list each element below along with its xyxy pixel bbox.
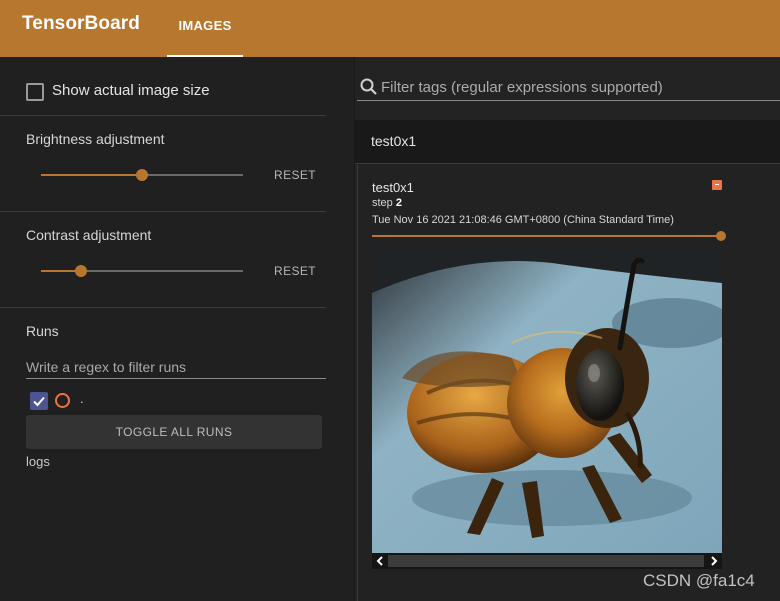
tag-group-header[interactable]: test0x1 [355, 120, 780, 164]
image-card: test0x1 step 2 Tue Nov 16 2021 21:08:46 … [357, 165, 780, 601]
watermark: CSDN @fa1c4 [643, 571, 755, 590]
top-bar: TensorBoard IMAGES [0, 0, 780, 57]
main-panel: test0x1 test0x1 step 2 Tue Nov 16 2021 2… [355, 57, 780, 601]
image-horizontal-scrollbar[interactable] [372, 553, 722, 569]
brightness-title: Brightness adjustment [26, 131, 165, 147]
search-icon [360, 78, 377, 95]
tag-group-title: test0x1 [371, 133, 417, 149]
card-step: step 2 [372, 197, 402, 209]
tag-filter [357, 75, 780, 101]
runs-title: Runs [26, 323, 59, 339]
card-step-label: step [372, 197, 393, 209]
contrast-title: Contrast adjustment [26, 227, 152, 243]
scrollbar-thumb[interactable] [388, 555, 704, 567]
bee-image [372, 243, 722, 553]
toggle-all-runs-button[interactable]: TOGGLE ALL RUNS [26, 415, 322, 449]
brightness-slider-fill [41, 174, 142, 176]
brightness-reset-button[interactable]: RESET [274, 168, 316, 182]
step-slider-thumb[interactable] [716, 231, 726, 241]
run-color-swatch [712, 180, 722, 190]
divider [0, 115, 326, 116]
divider [0, 211, 326, 212]
contrast-slider-thumb[interactable] [75, 265, 88, 277]
tab-images[interactable]: IMAGES [167, 0, 243, 57]
scroll-left-icon[interactable] [374, 555, 386, 567]
divider [0, 307, 326, 308]
show-actual-size-label: Show actual image size [52, 82, 210, 99]
card-tag: test0x1 [372, 180, 414, 195]
sidebar: Show actual image size Brightness adjust… [0, 57, 355, 601]
contrast-reset-button[interactable]: RESET [274, 264, 316, 278]
run-color-indicator[interactable] [55, 393, 70, 408]
scroll-right-icon[interactable] [708, 555, 720, 567]
show-actual-size-checkbox[interactable] [26, 83, 44, 101]
step-slider-track [372, 235, 720, 237]
run-name: . [80, 391, 84, 406]
brand-title: TensorBoard [22, 13, 140, 34]
tag-filter-input[interactable] [381, 76, 776, 98]
runs-regex-input[interactable] [26, 355, 326, 379]
check-icon [33, 396, 45, 407]
run-checkbox[interactable] [30, 392, 48, 410]
card-timestamp: Tue Nov 16 2021 21:08:46 GMT+0800 (China… [372, 214, 674, 226]
card-step-value: 2 [395, 197, 402, 209]
sample-image [372, 243, 722, 553]
tab-images-label: IMAGES [178, 18, 232, 33]
brightness-slider-thumb[interactable] [136, 169, 148, 181]
logdir-label: logs [26, 454, 50, 469]
